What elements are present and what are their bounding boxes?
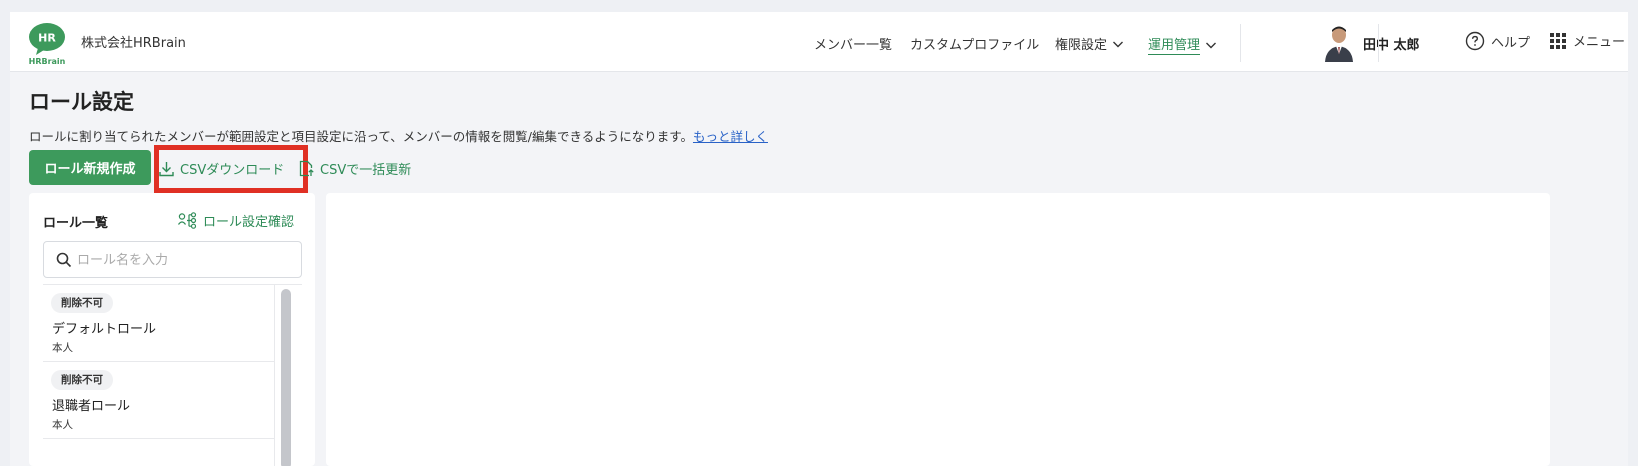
nav-operation-management[interactable]: 運用管理 — [1148, 34, 1217, 55]
nav-operation-management-label: 運用管理 — [1148, 34, 1201, 55]
role-search-box — [43, 241, 302, 278]
menu-button[interactable]: メニュー — [1550, 31, 1625, 50]
company-name: 株式会社HRBrain — [81, 36, 186, 51]
more-details-link[interactable]: もっと詳しく — [693, 129, 768, 144]
nav-custom-profile[interactable]: カスタムプロファイル — [910, 34, 1039, 53]
help-label: ヘルプ — [1491, 35, 1531, 51]
role-list-title: ロール一覧 — [43, 216, 109, 231]
scrollbar-thumb[interactable] — [281, 289, 291, 466]
role-scope: 本人 — [52, 342, 73, 354]
list-item[interactable]: 削除不可 退職者ロール 本人 — [43, 362, 274, 439]
hrbrain-logo[interactable]: HR HRBrain — [28, 22, 68, 66]
undeletable-badge: 削除不可 — [51, 370, 113, 390]
role-scope: 本人 — [52, 419, 73, 431]
csv-download-button[interactable]: CSVダウンロード — [159, 159, 284, 178]
file-upload-icon — [299, 160, 314, 177]
page-title: ロール設定 — [29, 90, 134, 114]
svg-text:HRBrain: HRBrain — [29, 57, 66, 66]
nav-member-list-label: メンバー一覧 — [814, 38, 893, 53]
download-icon — [159, 161, 174, 176]
grid-menu-icon — [1550, 32, 1566, 49]
chevron-down-icon — [1113, 41, 1124, 47]
role-list: 削除不可 デフォルトロール 本人 削除不可 退職者ロール 本人 — [43, 284, 302, 466]
nav-permission-settings[interactable]: 権限設定 — [1055, 34, 1124, 53]
role-settings-confirm-label: ロール設定確認 — [203, 215, 295, 230]
role-list-panel: ロール一覧 ロール設定確認 削除不可 デフォルトロール 本 — [29, 193, 315, 466]
csv-bulk-update-label: CSVで一括更新 — [320, 163, 412, 178]
header-divider — [1240, 24, 1241, 62]
create-role-button[interactable]: ロール新規作成 — [29, 150, 151, 185]
undeletable-badge: 削除不可 — [51, 293, 113, 313]
menu-label: メニュー — [1573, 35, 1626, 50]
nav-member-list[interactable]: メンバー一覧 — [814, 34, 892, 53]
description-text: ロールに割り当てられたメンバーが範囲設定と項目設定に沿って、メンバーの情報を閲覧… — [29, 129, 693, 144]
role-detail-panel — [326, 193, 1550, 466]
role-name: 退職者ロール — [52, 399, 131, 414]
user-name[interactable]: 田中 太郎 — [1363, 34, 1420, 53]
role-hierarchy-icon — [178, 212, 197, 229]
role-name: デフォルトロール — [52, 322, 157, 337]
search-icon — [56, 252, 72, 268]
csv-bulk-update-button[interactable]: CSVで一括更新 — [299, 159, 411, 178]
chevron-down-icon — [1206, 42, 1217, 48]
role-list-scrollbar[interactable] — [274, 285, 302, 466]
list-item[interactable]: 削除不可 デフォルトロール 本人 — [43, 285, 274, 362]
csv-download-label: CSVダウンロード — [180, 163, 285, 178]
nav-custom-profile-label: カスタムプロファイル — [910, 38, 1040, 53]
role-search-input[interactable] — [77, 248, 292, 272]
top-header: HR HRBrain 株式会社HRBrain メンバー一覧 カスタムプロファイル… — [10, 12, 1628, 72]
svg-text:HR: HR — [38, 32, 56, 45]
app-frame: HR HRBrain 株式会社HRBrain メンバー一覧 カスタムプロファイル… — [10, 12, 1628, 466]
page-description: ロールに割り当てられたメンバーが範囲設定と項目設定に沿って、メンバーの情報を閲覧… — [29, 126, 768, 145]
user-avatar[interactable] — [1323, 24, 1355, 62]
help-icon — [1465, 31, 1485, 51]
nav-permission-settings-label: 権限設定 — [1055, 38, 1108, 53]
header-divider — [1378, 24, 1379, 62]
role-settings-confirm-link[interactable]: ロール設定確認 — [178, 211, 294, 230]
help-button[interactable]: ヘルプ — [1465, 31, 1530, 51]
